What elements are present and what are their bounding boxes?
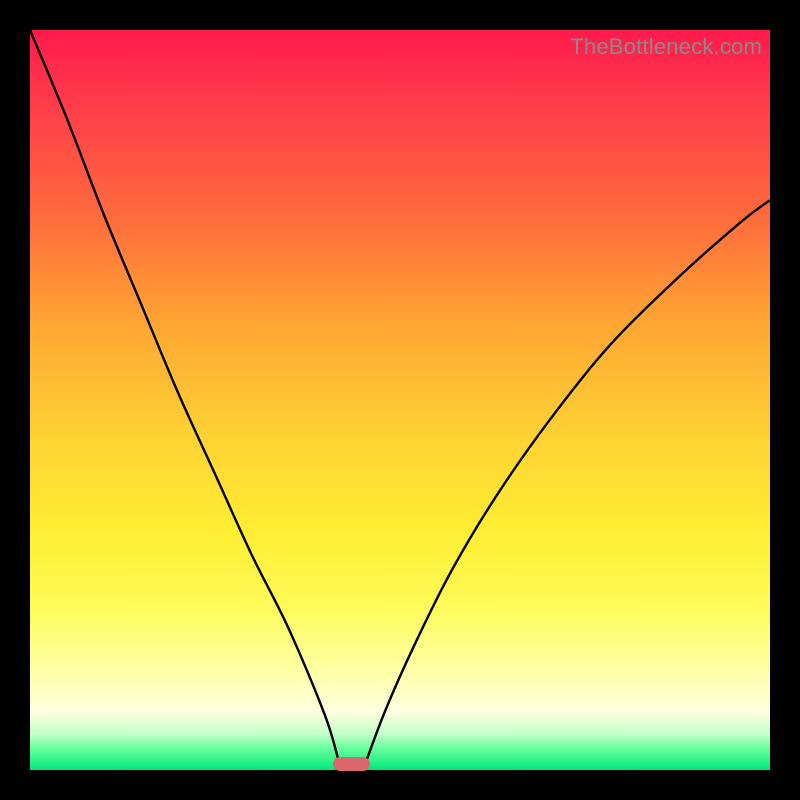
curves-svg — [30, 30, 770, 770]
left-curve-path — [30, 30, 341, 770]
plot-area: TheBottleneck.com — [30, 30, 770, 770]
optimum-marker — [333, 757, 370, 771]
right-curve-path — [363, 200, 770, 770]
chart-frame: TheBottleneck.com — [0, 0, 800, 800]
